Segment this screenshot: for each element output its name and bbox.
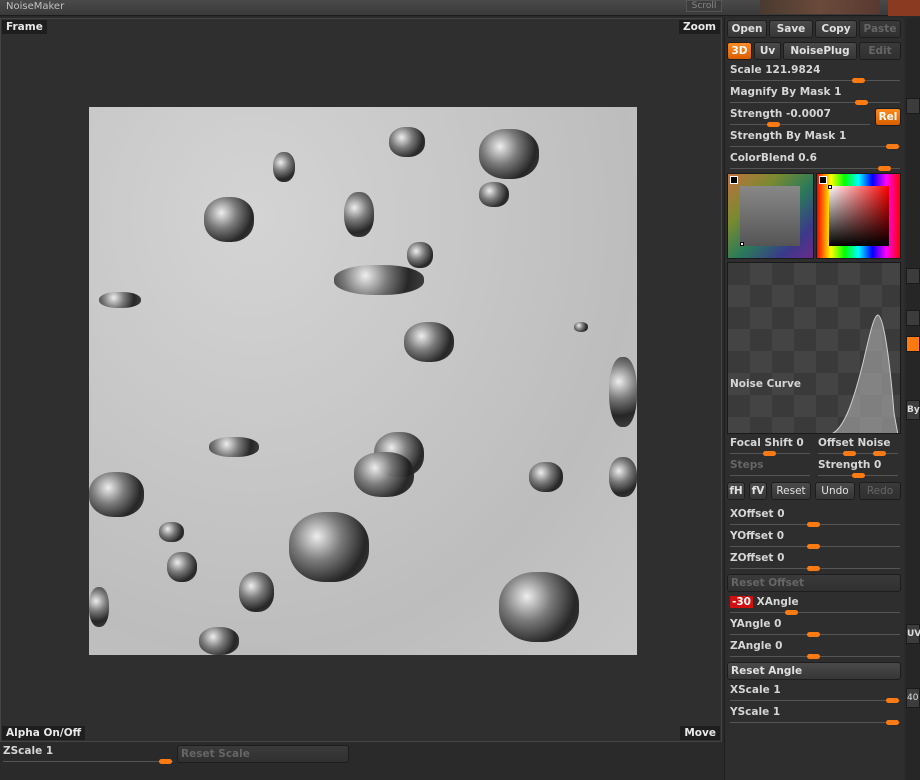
noise-preview-image[interactable] <box>89 107 637 655</box>
swatch-marker-icon <box>730 176 738 184</box>
zscale-label: ZScale 1 <box>3 745 54 757</box>
colorblend-label: ColorBlend 0.6 <box>730 152 817 164</box>
rel-button[interactable]: Rel <box>875 108 901 126</box>
noise-curve-graph <box>832 314 899 433</box>
yoffset-label: YOffset 0 <box>730 530 785 542</box>
strength-slider[interactable] <box>730 124 870 125</box>
reset-scale-button[interactable]: Reset Scale <box>177 745 349 763</box>
title-bar: NoiseMaker Scroll <box>0 0 920 16</box>
flip-vertical-button[interactable]: fV <box>749 482 767 500</box>
yscale-knob[interactable] <box>886 720 899 725</box>
app-title: NoiseMaker <box>6 1 65 12</box>
xscale-knob[interactable] <box>886 698 899 703</box>
xangle-text: XAngle <box>756 596 799 608</box>
strength-by-mask-label: Strength By Mask 1 <box>730 130 847 142</box>
yscale-slider[interactable] <box>730 722 900 723</box>
curve-strength-knob[interactable] <box>852 473 865 478</box>
zangle-knob[interactable] <box>807 654 820 659</box>
focal-shift-knob[interactable] <box>763 451 776 456</box>
open-button[interactable]: Open <box>727 20 767 38</box>
xangle-label: -30 XAngle <box>730 596 799 608</box>
undo-button[interactable]: Undo <box>815 482 855 500</box>
paste-button[interactable]: Paste <box>859 20 901 38</box>
edit-button[interactable]: Edit <box>859 42 901 60</box>
reset-angle-button[interactable]: Reset Angle <box>727 662 901 680</box>
offset-noise-knob-2[interactable] <box>873 451 886 456</box>
xoffset-knob[interactable] <box>807 522 820 527</box>
adjacent-panel-strip: By UV 40 <box>906 18 920 780</box>
steps-slider[interactable] <box>730 475 810 476</box>
magnify-by-mask-slider[interactable] <box>730 102 900 103</box>
curve-reset-button[interactable]: Reset <box>771 482 811 500</box>
xscale-slider[interactable] <box>730 700 900 701</box>
magnify-by-mask-label: Magnify By Mask 1 <box>730 86 842 98</box>
curve-strength-label: Strength 0 <box>818 459 882 471</box>
xscale-label: XScale 1 <box>730 684 781 696</box>
noiseplug-button[interactable]: NoisePlug <box>783 42 857 60</box>
xoffset-label: XOffset 0 <box>730 508 785 520</box>
noise-curve-editor[interactable]: Noise Curve <box>727 262 901 434</box>
zscale-slider-knob[interactable] <box>159 759 172 764</box>
focal-shift-label: Focal Shift 0 <box>730 437 804 449</box>
xangle-value: -30 <box>730 596 753 608</box>
save-button[interactable]: Save <box>769 20 813 38</box>
zangle-label: ZAngle 0 <box>730 640 783 652</box>
flip-horizontal-button[interactable]: fH <box>727 482 745 500</box>
strength-by-mask-slider[interactable] <box>730 146 900 147</box>
offset-noise-slider[interactable] <box>818 453 898 454</box>
swatch-marker-icon <box>819 176 827 184</box>
yscale-label: YScale 1 <box>730 706 781 718</box>
bottom-bar: ZScale 1 Reset Scale <box>0 744 722 780</box>
xangle-slider[interactable] <box>730 612 900 613</box>
copy-button[interactable]: Copy <box>815 20 857 38</box>
xangle-knob[interactable] <box>785 610 798 615</box>
magnify-by-mask-knob[interactable] <box>855 100 868 105</box>
scale-slider[interactable] <box>730 80 900 81</box>
colorblend-slider-knob[interactable] <box>878 166 891 171</box>
scroll-button[interactable]: Scroll <box>686 0 722 12</box>
strength-by-mask-knob[interactable] <box>886 144 899 149</box>
zoffset-label: ZOffset 0 <box>730 552 785 564</box>
strength-label: Strength -0.0007 <box>730 108 831 120</box>
zscale-slider[interactable] <box>3 761 173 762</box>
offset-noise-label: Offset Noise <box>818 437 891 449</box>
swatch-picker-dot-icon <box>740 242 744 246</box>
preview-frame[interactable]: Frame Zoom Alpha On/Off Move <box>0 18 722 742</box>
thumbnail-icon <box>888 0 920 16</box>
move-button[interactable]: Move <box>680 726 720 740</box>
color-swatch-secondary[interactable] <box>727 173 814 259</box>
zoom-button[interactable]: Zoom <box>679 20 720 34</box>
uv-mode-button[interactable]: Uv <box>754 42 781 60</box>
swatch-picker-dot-icon <box>828 185 832 189</box>
yangle-knob[interactable] <box>807 632 820 637</box>
thumbnail-strip <box>760 0 880 14</box>
scale-slider-knob[interactable] <box>852 78 865 83</box>
offset-noise-knob[interactable] <box>843 451 856 456</box>
noisemaker-panel: Open Save Copy Paste 3D Uv NoisePlug Edi… <box>724 18 904 780</box>
noise-curve-label: Noise Curve <box>730 378 801 390</box>
alpha-toggle-button[interactable]: Alpha On/Off <box>2 726 86 740</box>
3d-mode-button[interactable]: 3D <box>727 42 752 60</box>
zoffset-knob[interactable] <box>807 566 820 571</box>
scale-label: Scale 121.9824 <box>730 64 821 76</box>
strength-slider-knob[interactable] <box>767 122 780 127</box>
yoffset-knob[interactable] <box>807 544 820 549</box>
reset-offset-button[interactable]: Reset Offset <box>727 574 901 592</box>
frame-button[interactable]: Frame <box>2 20 47 34</box>
redo-button[interactable]: Redo <box>859 482 901 500</box>
color-swatch-primary[interactable] <box>816 173 901 259</box>
yangle-label: YAngle 0 <box>730 618 782 630</box>
colorblend-slider[interactable] <box>730 168 900 169</box>
steps-label: Steps <box>730 459 764 471</box>
